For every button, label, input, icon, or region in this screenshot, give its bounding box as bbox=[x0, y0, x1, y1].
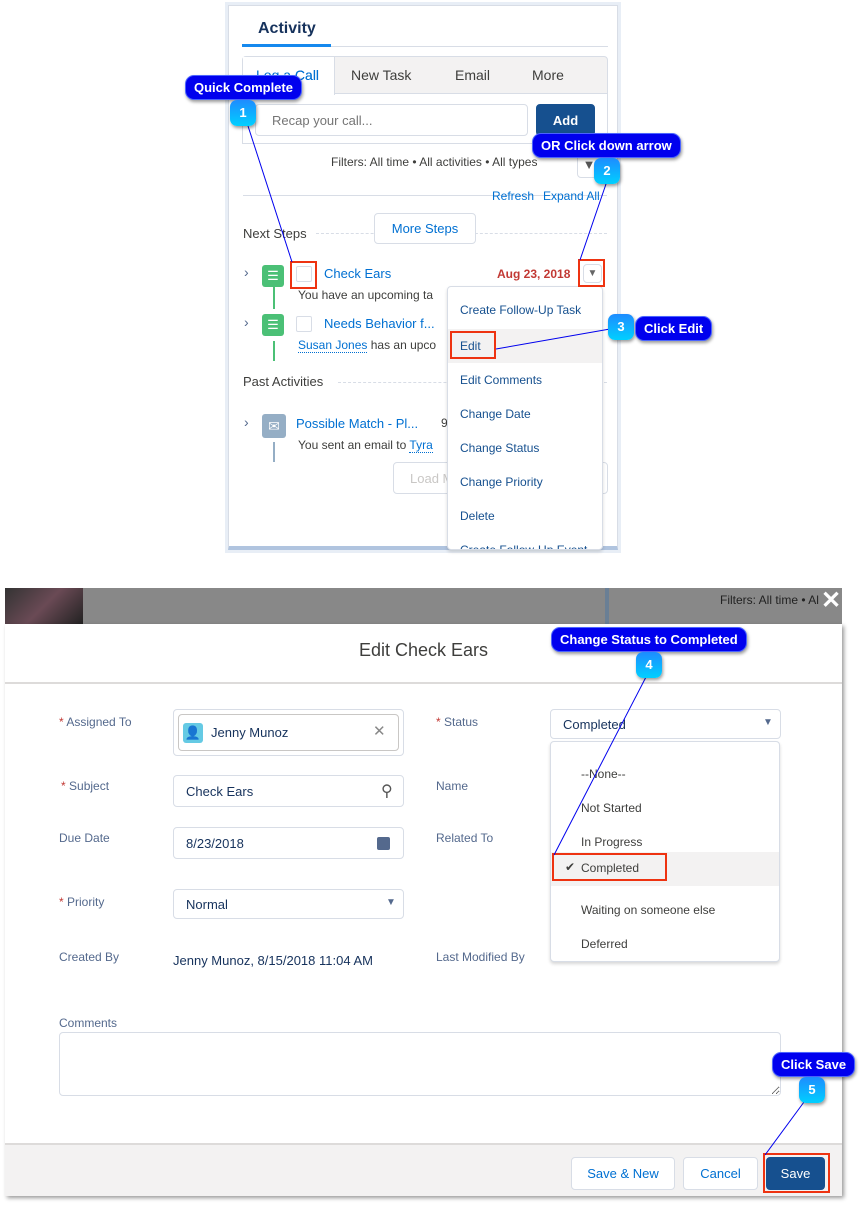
callout-number-5: 5 bbox=[799, 1077, 825, 1103]
callout-4: Change Status to Completed bbox=[551, 627, 747, 652]
callout-1: Quick Complete bbox=[185, 75, 302, 100]
leader-line-5 bbox=[764, 1101, 805, 1156]
callout-number-3: 3 bbox=[608, 314, 634, 340]
callout-2: OR Click down arrow bbox=[532, 133, 681, 158]
callout-5: Click Save bbox=[772, 1052, 856, 1077]
leader-line-1 bbox=[247, 125, 293, 263]
callout-leader-lines bbox=[247, 125, 805, 1156]
callout-number-4: 4 bbox=[636, 652, 662, 678]
leader-line-3 bbox=[495, 328, 611, 350]
callout-number-2: 2 bbox=[594, 158, 620, 184]
callout-3: Click Edit bbox=[635, 316, 713, 341]
leader-line-4 bbox=[553, 676, 647, 856]
callout-number-1: 1 bbox=[230, 100, 256, 126]
leader-line-2 bbox=[579, 183, 607, 261]
